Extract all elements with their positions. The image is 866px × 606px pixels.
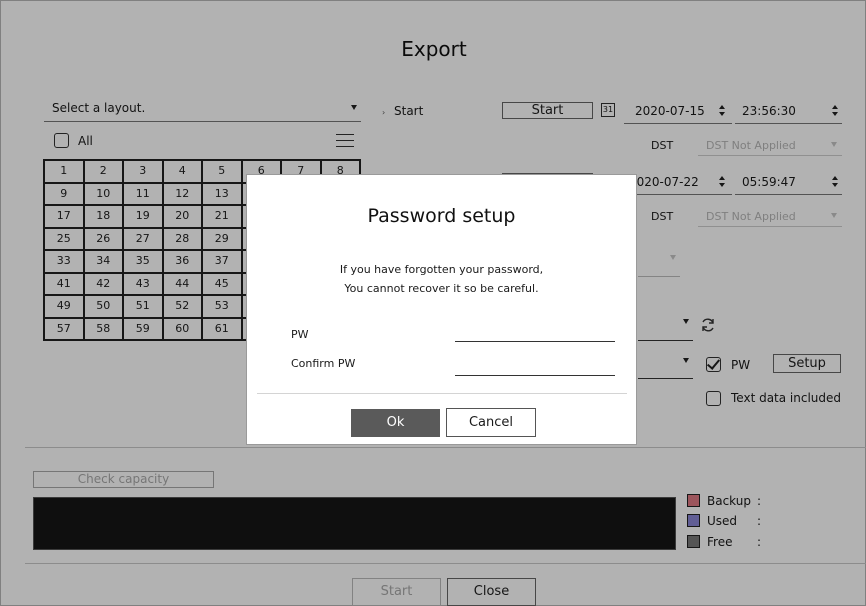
pw-input[interactable] <box>455 321 615 342</box>
dialog-divider <box>257 393 627 394</box>
dialog-title: Password setup <box>367 205 516 227</box>
confirm-pw-input[interactable] <box>455 355 615 376</box>
ok-button[interactable]: Ok <box>351 409 440 437</box>
cancel-button[interactable]: Cancel <box>446 408 536 437</box>
password-setup-dialog: Password setup If you have forgotten you… <box>246 174 637 445</box>
warning-line-1: If you have forgotten your password, <box>339 263 544 276</box>
warning-line-2: You cannot recover it so be careful. <box>344 282 539 295</box>
confirm-pw-field-label: Confirm PW <box>291 357 356 370</box>
pw-field-label: PW <box>291 328 309 341</box>
